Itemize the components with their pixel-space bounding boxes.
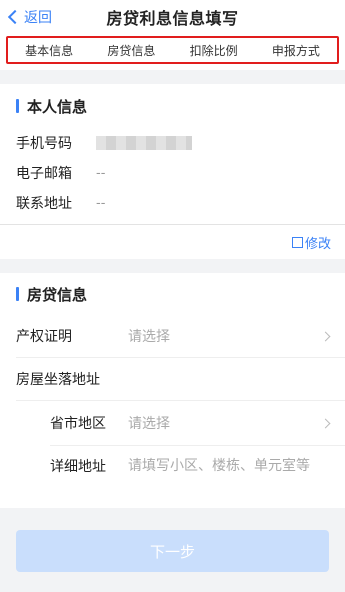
edit-label: 修改 [304,236,331,252]
top-nav-bar: 返回 房贷利息信息填写 [0,0,345,34]
footer: 下一步 [0,508,345,572]
loan-info-card: 房贷信息 产权证明 请选择 房屋坐落地址 省市地区 请选择 详细地址 请填写小区… [0,273,345,508]
chevron-right-icon [320,331,331,341]
cert-placeholder: 请选择 [128,329,170,345]
region-select-row[interactable]: 省市地区 请选择 [50,401,345,446]
detail-label: 详细地址 [50,459,106,475]
page-title: 房贷利息信息填写 [106,9,239,28]
tab-deduction-ratio[interactable]: 扣除比例 [190,42,238,59]
address-row: 联系地址 -- [0,188,345,218]
email-row: 电子邮箱 -- [0,158,345,188]
edit-link[interactable]: 修改 [0,225,345,259]
chevron-right-icon [320,418,331,428]
address-label: 联系地址 [16,196,72,212]
edit-icon [291,236,303,248]
detail-address-row[interactable]: 详细地址 请填写小区、楼栋、单元室等 [50,446,345,508]
loan-info-header: 房贷信息 [0,273,345,315]
phone-masked-value [96,136,192,150]
section-gap [0,259,345,273]
back-label: 返回 [24,10,52,26]
house-address-heading-row: 房屋坐落地址 [16,358,345,401]
email-label: 电子邮箱 [16,166,72,182]
section-gap [0,70,345,84]
tab-loan-info[interactable]: 房贷信息 [107,42,155,59]
region-label: 省市地区 [50,416,106,432]
cert-label: 产权证明 [16,329,72,345]
region-placeholder: 请选择 [128,416,170,432]
cert-select-row[interactable]: 产权证明 请选择 [16,315,345,358]
chevron-left-icon [7,9,23,25]
address-value: -- [96,195,106,211]
section-accent-bar [16,99,19,113]
step-tabs: 基本信息 房贷信息 扣除比例 申报方式 [6,36,339,64]
phone-label: 手机号码 [16,136,72,152]
personal-info-card: 本人信息 手机号码 电子邮箱 -- 联系地址 -- 修改 [0,84,345,259]
tab-basic-info[interactable]: 基本信息 [25,42,73,59]
back-button[interactable]: 返回 [7,7,52,27]
detail-address-input[interactable]: 请填写小区、楼栋、单元室等 [128,456,318,476]
step-tabs-container: 基本信息 房贷信息 扣除比例 申报方式 [0,34,345,70]
phone-row: 手机号码 [0,128,345,158]
tab-filing-method[interactable]: 申报方式 [272,42,320,59]
house-address-label: 房屋坐落地址 [16,372,100,388]
email-value: -- [96,165,106,181]
section-title: 本人信息 [27,97,88,116]
personal-info-header: 本人信息 [0,84,345,128]
section-accent-bar [16,287,19,301]
next-button[interactable]: 下一步 [16,530,329,572]
section-title: 房贷信息 [27,285,88,304]
